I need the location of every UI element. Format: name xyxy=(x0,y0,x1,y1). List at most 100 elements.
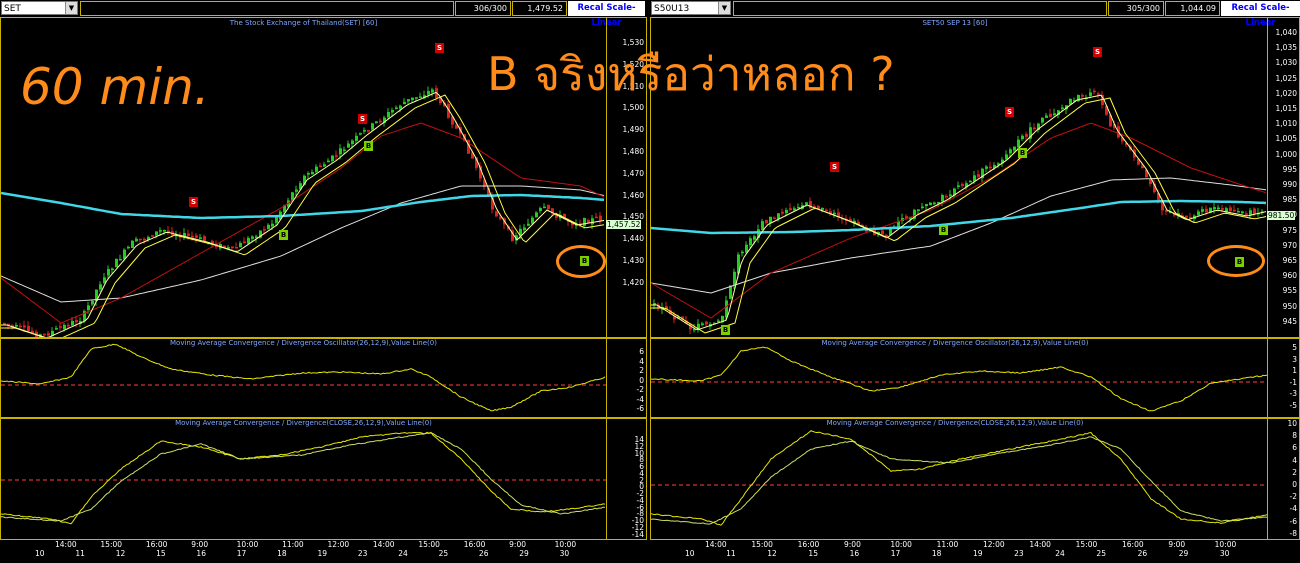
left-toolbar: SET ▼ 306/300 1,479.52 Recal Scale-Linea… xyxy=(0,0,647,28)
axis-tick-label: 10 xyxy=(1287,419,1297,428)
axis-tick-label: -6 xyxy=(636,404,644,413)
bull-candle xyxy=(1201,209,1204,212)
chevron-down-icon[interactable]: ▼ xyxy=(718,2,730,14)
axis-tick-label: 970 xyxy=(1282,240,1297,250)
bull-candle xyxy=(1237,211,1240,213)
bull-candle xyxy=(127,246,130,249)
bull-candle xyxy=(387,112,390,118)
bull-candle xyxy=(535,212,538,218)
bull-candle xyxy=(769,216,772,223)
chevron-down-icon[interactable]: ▼ xyxy=(65,2,77,14)
bull-candle xyxy=(323,164,326,167)
bull-candle xyxy=(91,300,94,305)
bear-candle xyxy=(191,235,194,238)
indicator-line xyxy=(1,343,606,412)
ma-slow-yellow-line xyxy=(1,94,605,337)
bull-candle xyxy=(131,240,134,248)
current-price-tag: 1,457.52 xyxy=(606,220,642,229)
bull-candle xyxy=(371,123,374,130)
bull-candle xyxy=(411,97,414,101)
bear-candle xyxy=(203,236,206,241)
axis-tick-label: 1,430 xyxy=(622,256,644,265)
bear-candle xyxy=(945,195,948,198)
bull-candle xyxy=(251,236,254,239)
bull-candle xyxy=(307,173,310,175)
bull-candle xyxy=(539,208,542,212)
left-macd-panel[interactable]: Moving Average Convergence / Divergence(… xyxy=(0,418,647,540)
time-label: 14:00 xyxy=(372,540,395,549)
bear-candle xyxy=(781,211,784,214)
right-macd-panel[interactable]: Moving Average Convergence / Divergence(… xyxy=(650,418,1300,540)
left-osc-axis: 6 4 2 0 -2 -4 -6 xyxy=(606,339,646,417)
bull-candle xyxy=(1061,107,1064,109)
bear-candle xyxy=(495,211,498,217)
bull-candle xyxy=(403,101,406,105)
axis-tick-label: 1,035 xyxy=(1275,43,1297,53)
left-macd-osc-panel[interactable]: Moving Average Convergence / Divergence … xyxy=(0,338,647,418)
bull-candle xyxy=(1021,135,1024,140)
left-symbol-select[interactable]: SET ▼ xyxy=(1,1,78,15)
time-label: 11:00 xyxy=(936,540,959,549)
bull-candle xyxy=(339,148,342,155)
buy-signal-badge: B xyxy=(721,325,730,335)
axis-tick-label: -2 xyxy=(1289,492,1297,502)
bull-candle xyxy=(375,121,378,123)
right-blank-field xyxy=(733,1,1107,16)
bull-candle xyxy=(363,130,366,132)
bull-candle xyxy=(591,218,594,225)
bull-candle xyxy=(119,258,122,261)
bull-candle xyxy=(71,320,74,326)
question-annotation: B จริงหรือว่าหลอก ? xyxy=(487,47,895,101)
bear-candle xyxy=(789,208,792,211)
right-time-axis: 14:00 15:00 16:00 9:00 10:00 11:00 12:00 14:00 1… xyxy=(650,540,1266,558)
time-label: 16:00 xyxy=(463,540,486,549)
right-recal-scale-button[interactable]: Recal Scale-Linear xyxy=(1221,1,1300,28)
left-blank-field xyxy=(80,1,454,16)
date-label: 17 xyxy=(236,549,247,558)
bear-candle xyxy=(379,120,382,123)
bull-candle xyxy=(1045,115,1048,118)
date-label: 23 xyxy=(357,549,368,558)
axis-tick-label: -6 xyxy=(1289,516,1297,526)
axis-tick-label: 1,000 xyxy=(1275,149,1297,159)
bull-candle xyxy=(741,251,744,254)
axis-tick-label: 985 xyxy=(1282,195,1297,205)
bull-candle xyxy=(933,202,936,205)
bull-candle xyxy=(239,242,242,248)
bear-candle xyxy=(3,322,6,325)
time-label: 16:00 xyxy=(145,540,168,549)
left-last-price: 1,479.52 xyxy=(512,1,567,16)
time-label: 10:00 xyxy=(890,540,912,549)
axis-tick-label: 3 xyxy=(1292,354,1297,364)
time-label: 12:00 xyxy=(983,540,1005,549)
bull-candle xyxy=(295,189,298,192)
bull-candle xyxy=(115,258,118,268)
bull-candle xyxy=(351,140,354,145)
bull-candle xyxy=(543,206,546,209)
axis-tick-label: 6 xyxy=(639,347,644,356)
axis-tick-label: 1,020 xyxy=(1275,88,1297,98)
axis-tick-label: 945 xyxy=(1282,316,1297,326)
bear-candle xyxy=(1245,213,1248,215)
left-symbol-value: SET xyxy=(4,4,21,14)
date-label: 11 xyxy=(726,549,736,558)
bull-candle xyxy=(583,218,586,226)
left-recal-scale-button[interactable]: Recal Scale-Linear xyxy=(568,1,645,28)
right-macd-chart xyxy=(651,430,1267,526)
right-macd-osc-panel[interactable]: Moving Average Convergence / Divergence … xyxy=(650,338,1300,418)
bull-candle xyxy=(355,135,358,141)
bull-candle xyxy=(427,91,430,95)
axis-tick-label: 1,460 xyxy=(622,190,644,200)
time-label: 10:00 xyxy=(236,540,259,549)
bull-candle xyxy=(523,227,526,231)
date-label: 10 xyxy=(35,549,45,558)
bear-candle xyxy=(961,183,964,187)
date-label: 30 xyxy=(1219,549,1230,558)
date-label: 19 xyxy=(973,549,983,558)
bear-candle xyxy=(881,230,884,235)
axis-tick-label: 0 xyxy=(1292,480,1297,489)
right-symbol-select[interactable]: S50U13 ▼ xyxy=(651,1,731,15)
bear-candle xyxy=(151,235,154,237)
bull-candle xyxy=(1197,211,1200,216)
bear-candle xyxy=(187,233,190,236)
